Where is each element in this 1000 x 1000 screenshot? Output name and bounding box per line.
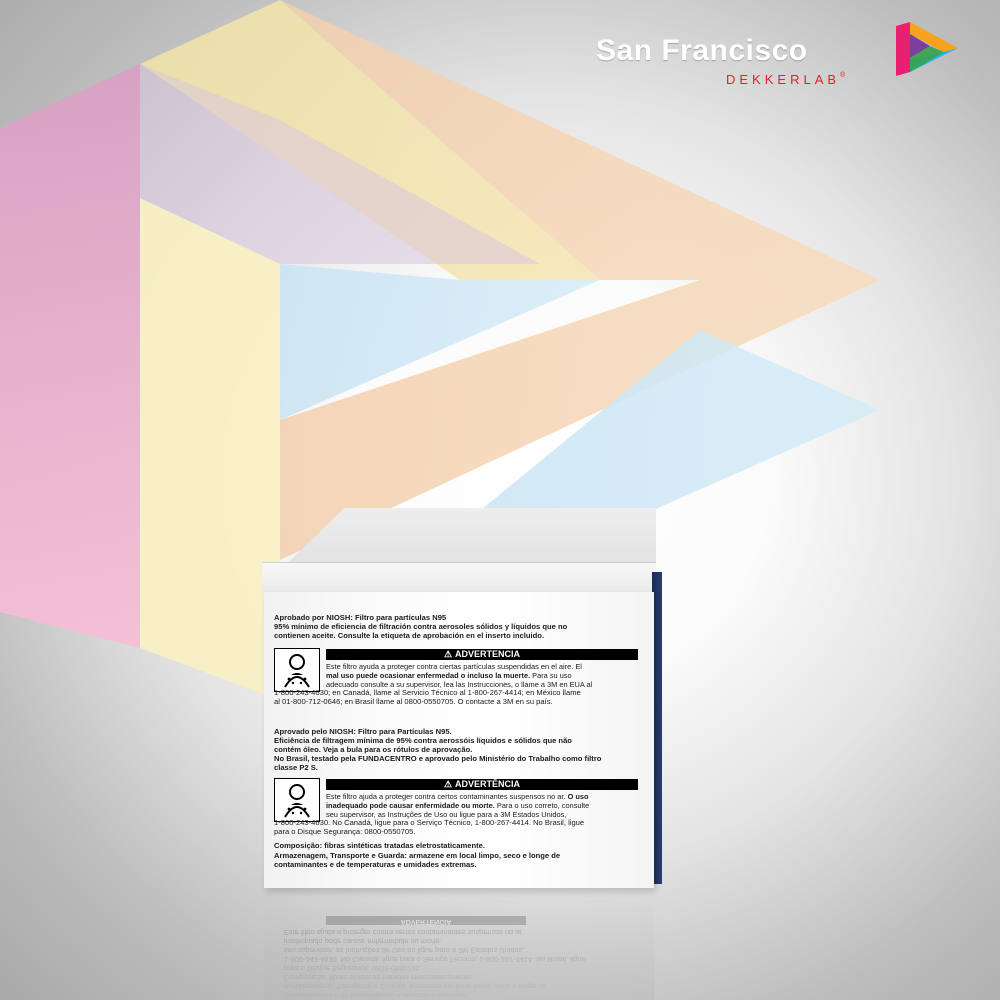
es-warning-body: Este filtro ayuda a proteger contra cier…	[326, 662, 642, 689]
pt-warning-line-1b: O uso	[565, 792, 589, 801]
es-efficiency-2: contienen aceite. Consulte la etiqueta d…	[274, 631, 545, 640]
registered-mark: ®	[840, 72, 846, 79]
brand-sub-text: DEKKERLAB	[726, 72, 841, 87]
es-warning-line-2b: Para su uso	[530, 671, 572, 680]
brand-name: San Francisco	[596, 34, 808, 67]
warning-triangle-icon: ⚠	[443, 649, 453, 659]
pt-warning-line-2b: Para o uso correto, consulte	[494, 801, 590, 810]
es-warning-banner: ⚠ ADVERTENCIA	[326, 649, 638, 660]
box-reflection: contaminantes e de temperaturas e umidad…	[264, 892, 654, 1000]
pt-warning-line-1: Este filtro ajuda a proteger contra cert…	[326, 792, 566, 801]
respirator-warning-icon	[274, 648, 320, 692]
logo-shape-yellow-inner	[140, 198, 280, 700]
respirator-warning-icon-pt	[274, 778, 320, 822]
box-top-band	[262, 562, 656, 593]
es-warning-line-1: Este filtro ayuda a proteger contra cier…	[326, 662, 582, 671]
brand-logo-icon	[896, 22, 958, 76]
es-warning-title: ADVERTENCIA	[455, 649, 521, 659]
pt-warning-title: ADVERTÊNCIA	[455, 779, 521, 789]
warning-triangle-icon-pt: ⚠	[443, 779, 453, 789]
pt-storage-2: contaminantes e de temperaturas e umidad…	[274, 860, 477, 869]
box-front-panel: Aprobado por NIOSH: Filtro para partícul…	[264, 592, 654, 888]
logo-shape-pink	[0, 64, 140, 648]
es-warning-line-2: mal uso puede ocasionar enfermedad o inc…	[326, 671, 531, 680]
pt-warning-line-5: para o Disque Segurança: 0800-0550705.	[274, 827, 416, 836]
pt-warning-banner: ⚠ ADVERTÊNCIA	[326, 779, 638, 790]
pt-warning-line-2: inadequado pode causar enfermidade ou mo…	[326, 801, 495, 810]
pt-brazil: No Brasil, testado pela FUNDACENTRO e ap…	[274, 754, 602, 763]
reflection-fade	[264, 892, 654, 1000]
brand-subtitle: DEKKERLAB®	[726, 72, 845, 87]
pt-composition: Composição: fibras sintéticas tratadas e…	[274, 841, 486, 850]
es-warning-line-5: al 01-800-712-0646; en Brasil llame al 0…	[274, 697, 553, 706]
pt-brazil-2: classe P2 S.	[274, 763, 318, 772]
pt-warning-body: Este filtro ajuda a proteger contra cert…	[326, 792, 642, 819]
brand-header: San Francisco DEKKERLAB®	[596, 22, 966, 88]
